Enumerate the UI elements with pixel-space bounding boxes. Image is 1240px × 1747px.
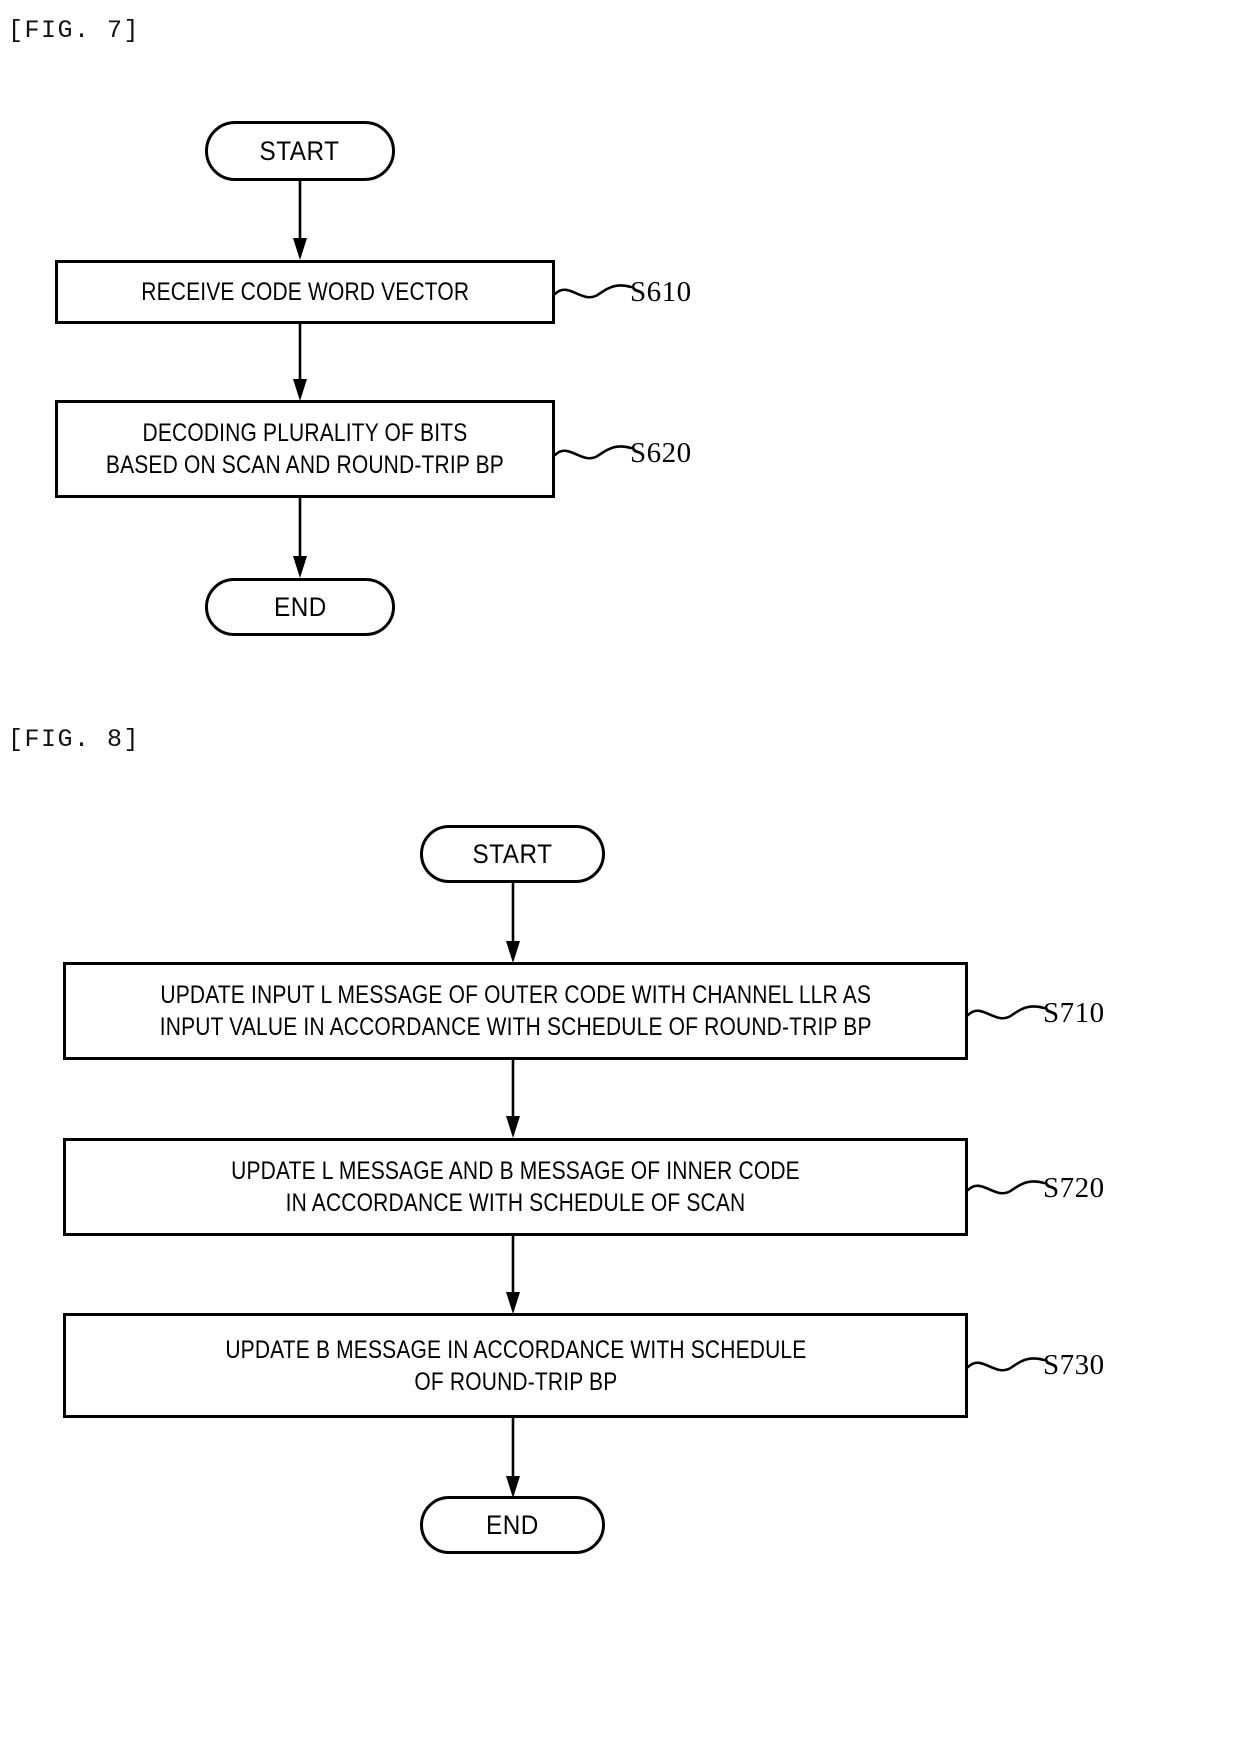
fig7-step2-box: DECODING PLURALITY OF BITS BASED ON SCAN… bbox=[55, 400, 555, 498]
fig8-connector-start-to-step1 bbox=[506, 883, 520, 963]
fig7-step2-ref-numeral: S620 bbox=[630, 437, 692, 469]
fig7-start-terminator: START bbox=[205, 121, 395, 181]
fig8-step2-ref-numeral: S720 bbox=[1043, 1172, 1105, 1204]
fig8-step1-label: UPDATE INPUT L MESSAGE OF OUTER CODE WIT… bbox=[159, 981, 872, 1041]
fig8-start-terminator: START bbox=[420, 825, 605, 883]
fig7-step1-box: RECEIVE CODE WORD VECTOR bbox=[55, 260, 555, 324]
fig8-step2-label: UPDATE L MESSAGE AND B MESSAGE OF INNER … bbox=[231, 1157, 800, 1217]
fig8-connector-step2-to-step3 bbox=[506, 1236, 520, 1314]
fig8-step2-box: UPDATE L MESSAGE AND B MESSAGE OF INNER … bbox=[63, 1138, 968, 1236]
fig8-step3-ref-numeral: S730 bbox=[1043, 1349, 1105, 1381]
fig8-step1-box: UPDATE INPUT L MESSAGE OF OUTER CODE WIT… bbox=[63, 962, 968, 1060]
fig8-step1-ref-numeral: S710 bbox=[1043, 997, 1105, 1029]
fig7-step2-label: DECODING PLURALITY OF BITS BASED ON SCAN… bbox=[105, 419, 505, 479]
fig8-step3-box: UPDATE B MESSAGE IN ACCORDANCE WITH SCHE… bbox=[63, 1313, 968, 1418]
fig7-start-label: START bbox=[259, 135, 341, 166]
fig8-step3-label: UPDATE B MESSAGE IN ACCORDANCE WITH SCHE… bbox=[224, 1335, 807, 1396]
fig7-step1-label: RECEIVE CODE WORD VECTOR bbox=[140, 278, 470, 306]
fig8-end-terminator: END bbox=[420, 1496, 605, 1554]
fig7-end-label: END bbox=[273, 591, 327, 622]
fig8-end-label: END bbox=[486, 1509, 539, 1540]
fig8-connector-step1-to-step2 bbox=[506, 1060, 520, 1138]
fig7-end-terminator: END bbox=[205, 578, 395, 636]
figure-7-caption: [FIG. 7] bbox=[8, 16, 141, 45]
fig7-connector-step2-to-end bbox=[293, 498, 307, 578]
fig7-step1-ref-numeral: S610 bbox=[630, 276, 692, 308]
fig8-connector-step3-to-end bbox=[506, 1418, 520, 1498]
fig7-connector-step1-to-step2 bbox=[293, 323, 307, 401]
figure-8-caption: [FIG. 8] bbox=[8, 725, 141, 754]
fig7-connector-start-to-step1 bbox=[293, 180, 307, 260]
fig8-start-label: START bbox=[472, 838, 553, 869]
patent-figure-sheet: [FIG. 7] START RECEIVE CODE WORD VECTOR … bbox=[0, 0, 1240, 1747]
